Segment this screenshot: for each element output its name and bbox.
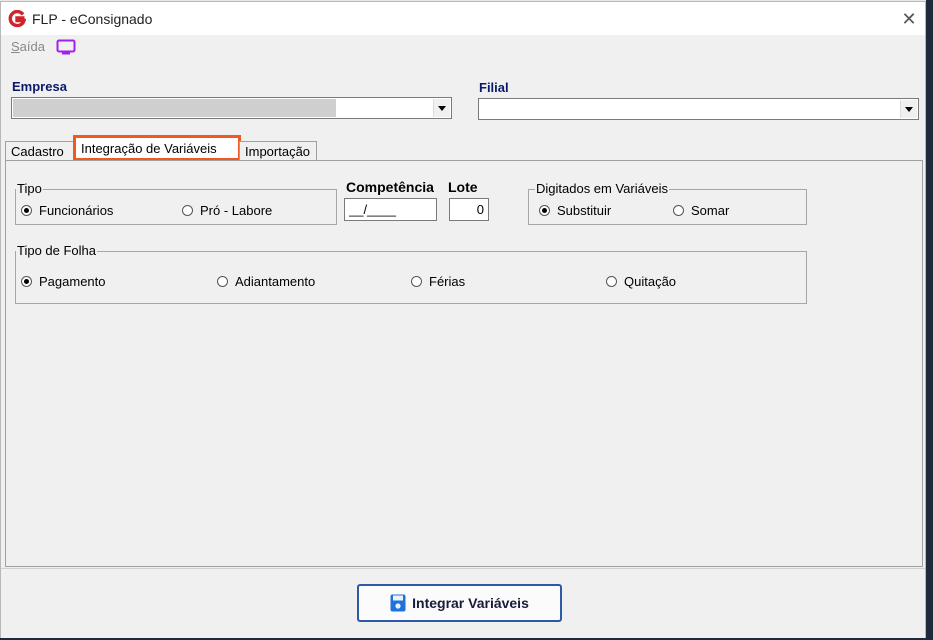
radio-dot: [539, 205, 550, 216]
radio-dot: [21, 276, 32, 287]
menu-saida-label: aída: [19, 39, 45, 54]
radio-label: Quitação: [624, 274, 677, 289]
chevron-down-icon[interactable]: [433, 99, 450, 117]
menu-bar: Saída: [1, 35, 925, 59]
radio-pro-labore[interactable]: Pró - Labore: [182, 203, 272, 218]
integrar-variaveis-button[interactable]: Integrar Variáveis: [357, 584, 562, 622]
menu-saida-accel: S: [11, 39, 20, 54]
radio-dot: [606, 276, 617, 287]
radio-dot: [217, 276, 228, 287]
radio-dot: [21, 205, 32, 216]
app-window: FLP - eConsignado ✕ Saída Empresa Filial…: [0, 1, 926, 638]
radio-dot: [411, 276, 422, 287]
tipo-group: Tipo Funcionários Pró - Labore: [15, 182, 337, 225]
radio-funcionarios[interactable]: Funcionários: [21, 203, 113, 218]
save-icon: [390, 594, 406, 612]
digitados-group-title: Digitados em Variáveis: [535, 181, 669, 196]
radio-label: Férias: [429, 274, 466, 289]
digitados-group: Digitados em Variáveis Substituir Somar: [528, 182, 807, 225]
tipo-group-title: Tipo: [16, 181, 43, 196]
tipo-folha-group-title: Tipo de Folha: [16, 243, 98, 258]
empresa-combo-value: [13, 99, 336, 117]
tipo-folha-group: Tipo de Folha Pagamento Adiantamento Fér…: [15, 244, 807, 304]
app-logo-icon: [8, 10, 26, 28]
lote-input[interactable]: [449, 198, 489, 221]
radio-dot: [673, 205, 684, 216]
tab-importacao[interactable]: Importação: [239, 141, 317, 161]
radio-label: Adiantamento: [235, 274, 316, 289]
radio-pagamento[interactable]: Pagamento: [21, 274, 106, 289]
radio-dot: [182, 205, 193, 216]
radio-label: Substituir: [557, 203, 612, 218]
radio-adiantamento[interactable]: Adiantamento: [217, 274, 315, 289]
integrar-variaveis-label: Integrar Variáveis: [412, 595, 529, 611]
competencia-input[interactable]: [344, 198, 437, 221]
radio-label: Pró - Labore: [200, 203, 273, 218]
filial-label: Filial: [479, 80, 509, 95]
radio-ferias[interactable]: Férias: [411, 274, 465, 289]
radio-substituir[interactable]: Substituir: [539, 203, 611, 218]
window-title: FLP - eConsignado: [32, 11, 153, 27]
radio-quitacao[interactable]: Quitação: [606, 274, 676, 289]
footer-bar: Integrar Variáveis: [1, 568, 925, 638]
tab-cadastro[interactable]: Cadastro: [5, 141, 75, 161]
radio-label: Pagamento: [39, 274, 106, 289]
competencia-label: Competência: [346, 179, 434, 195]
tab-panel: Tipo Funcionários Pró - Labore Competênc…: [5, 160, 923, 567]
empresa-label: Empresa: [12, 79, 67, 94]
radio-label: Funcionários: [39, 203, 114, 218]
filial-combo[interactable]: [478, 98, 919, 120]
lote-label: Lote: [448, 179, 478, 195]
monitor-icon[interactable]: [56, 39, 76, 56]
menu-saida[interactable]: Saída: [11, 39, 45, 54]
desktop-edge: [926, 0, 933, 640]
tab-integracao-variaveis[interactable]: Integração de Variáveis: [73, 135, 241, 161]
empresa-combo[interactable]: [11, 97, 452, 119]
close-button[interactable]: ✕: [896, 6, 922, 32]
chevron-down-icon[interactable]: [900, 100, 917, 118]
title-bar: FLP - eConsignado ✕: [1, 2, 925, 35]
radio-label: Somar: [691, 203, 730, 218]
radio-somar[interactable]: Somar: [673, 203, 729, 218]
